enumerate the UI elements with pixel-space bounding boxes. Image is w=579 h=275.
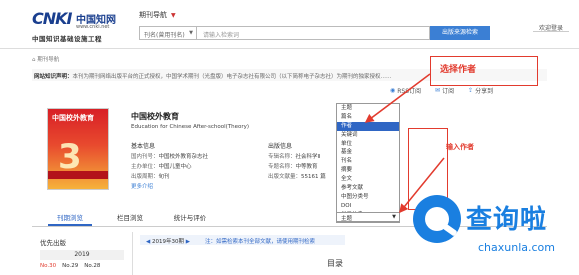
field-option[interactable]: DOI (337, 202, 399, 211)
rss-icon: ◉ (390, 87, 396, 94)
notice-text: 本刊为期刊网络出版平台的正式授权，中国学术期刊（光盘版）电子杂志社有限公司（以下… (72, 74, 392, 80)
issue-number[interactable]: No.29 (62, 263, 78, 269)
info-key: 专题名称： (268, 164, 296, 170)
journal-title: 中国校外教育 (131, 112, 179, 121)
logo-url: www.cnki.net (76, 24, 110, 30)
search-field-current: 主题 (341, 216, 353, 222)
issue-number-current[interactable]: No.30 (40, 263, 56, 269)
issues-divider (132, 232, 133, 275)
watermark-text: 查询啦 (466, 205, 548, 235)
current-issue-label: 2019年30期 (151, 239, 184, 245)
field-option[interactable]: 中图分类号 (337, 193, 399, 202)
caret-down-icon: ▼ (171, 11, 176, 19)
subscribe-label: 订阅 (442, 88, 455, 95)
toc-title: 目录 (327, 259, 343, 268)
pub-info-list: 专辑名称：社会科学Ⅱ 专题名称：中等教育 出版文献量：55161 篇 (268, 152, 326, 182)
field-option-selected[interactable]: 作者 (337, 121, 399, 131)
chaxunla-watermark: 查询啦 chaxunla.com (404, 189, 579, 275)
share-label: 分享到 (475, 88, 494, 95)
info-value: 55161 篇 (301, 174, 326, 180)
field-option[interactable]: 全文 (337, 175, 399, 184)
journal-nav-label: 期刊导航 (139, 11, 167, 19)
journal-toolbar: ◉ RSS订阅 ✉ 订阅 ⇪ 分享到 (390, 86, 493, 95)
basic-info-row: 主办单位：中国儿童中心 (131, 162, 208, 172)
info-value: 中国儿童中心 (158, 164, 192, 170)
header-divider (0, 48, 579, 49)
cover-band (48, 171, 108, 179)
pub-info-heading: 出版信息 (268, 143, 293, 150)
caret-left-icon[interactable]: ◀ (146, 239, 150, 245)
logo-mark: CNKI (32, 9, 72, 28)
annotation-input-author: 输入作者 (446, 143, 474, 151)
search-field-options[interactable]: 主题篇名作者关键词单位基金刊名摘要全文参考文献中图分类号DOI栏目信息 (336, 103, 400, 223)
pub-info-row: 专题名称：中等教育 (268, 162, 326, 172)
journal-cover[interactable]: 中国校外教育 3 (47, 108, 109, 190)
search-input[interactable]: 请输入检索词 (197, 26, 430, 40)
pub-info-row: 出版文献量：55161 篇 (268, 172, 326, 182)
source-search-button[interactable]: 出版来源检索 (430, 26, 490, 40)
field-option[interactable]: 摘要 (337, 166, 399, 175)
priority-publish-label: 优先出版 (40, 239, 66, 247)
search-field-select[interactable]: 刊名(曾用刊名) ▼ (139, 26, 197, 40)
page: CNKI 中国知网 www.cnki.net 中国知识基础设施工程 期刊导航 ▼… (0, 0, 579, 275)
info-key: 主办单位： (131, 164, 159, 170)
cover-title: 中国校外教育 (52, 113, 94, 122)
breadcrumb-item: 期刊导航 (37, 57, 60, 63)
issue-number-list: No.30 No.29 No.28 (40, 263, 100, 269)
basic-info-row: 出版周期：旬刊 (131, 172, 208, 182)
login-divider (533, 31, 569, 32)
year-selector[interactable]: 2019 (40, 250, 124, 260)
info-key: 出版周期： (131, 174, 159, 180)
tab-statistics[interactable]: 统计与评价 (162, 212, 218, 222)
basic-info-list: 国内刊号：中国校外教育杂志社 主办单位：中国儿童中心 出版周期：旬刊 (131, 152, 208, 182)
journal-title-en: Education for Chinese After-school(Theor… (131, 124, 250, 130)
info-value: 社会科学Ⅱ (295, 154, 321, 160)
subscribe-button[interactable]: ✉ 订阅 (435, 86, 454, 95)
mail-icon: ✉ (435, 87, 441, 94)
rss-button[interactable]: ◉ RSS订阅 (390, 86, 421, 95)
journal-nav-dropdown[interactable]: 期刊导航 ▼ (139, 10, 176, 20)
notice-label: 网站知识声明： (34, 74, 73, 80)
tab-issue-browse[interactable]: 刊期浏览 (48, 212, 92, 222)
field-option[interactable]: 关键词 (337, 131, 399, 140)
pub-info-row: 专辑名称：社会科学Ⅱ (268, 152, 326, 162)
share-icon: ⇪ (468, 87, 474, 94)
search-field-dropdown[interactable]: 主题 ▼ (336, 212, 400, 222)
info-key: 专辑名称： (268, 154, 296, 160)
basic-info-row: 国内刊号：中国校外教育杂志社 (131, 152, 208, 162)
issue-search-note[interactable]: 注：如需检索本刊全部文献，请使用期刊检索 (205, 237, 315, 245)
info-key: 国内刊号： (131, 154, 159, 160)
issue-number[interactable]: No.28 (84, 263, 100, 269)
watermark-url: chaxunla.com (478, 241, 555, 254)
more-intro-link[interactable]: 更多介绍 (131, 182, 153, 190)
cnki-logo[interactable]: CNKI 中国知网 www.cnki.net (32, 9, 120, 33)
field-option[interactable]: 基金 (337, 148, 399, 157)
field-option[interactable]: 主题 (337, 104, 399, 113)
share-button[interactable]: ⇪ 分享到 (468, 86, 493, 95)
field-option[interactable]: 单位 (337, 140, 399, 149)
search-field-value: 刊名(曾用刊名) (144, 32, 185, 39)
breadcrumb[interactable]: ⌂ 期刊导航 (32, 55, 59, 63)
info-value: 中等教育 (295, 164, 318, 170)
tab-column-browse[interactable]: 栏目浏览 (108, 212, 152, 222)
field-option[interactable]: 参考文献 (337, 184, 399, 193)
field-option[interactable]: 刊名 (337, 157, 399, 166)
chevron-down-icon: ▼ (392, 214, 396, 220)
search-placeholder: 请输入检索词 (203, 32, 240, 39)
info-value: 旬刊 (158, 174, 170, 180)
caret-right-icon[interactable]: ▶ (186, 239, 190, 245)
info-value: 中国校外教育杂志社 (158, 154, 209, 160)
rss-label: RSS订阅 (397, 88, 422, 95)
logo-subtitle: 中国知识基础设施工程 (32, 35, 102, 43)
annotation-select-author: 选择作者 (440, 65, 477, 75)
info-key: 出版文献量： (268, 174, 302, 180)
field-option[interactable]: 篇名 (337, 113, 399, 122)
chevron-down-icon: ▼ (189, 30, 193, 36)
basic-info-heading: 基本信息 (131, 143, 156, 150)
